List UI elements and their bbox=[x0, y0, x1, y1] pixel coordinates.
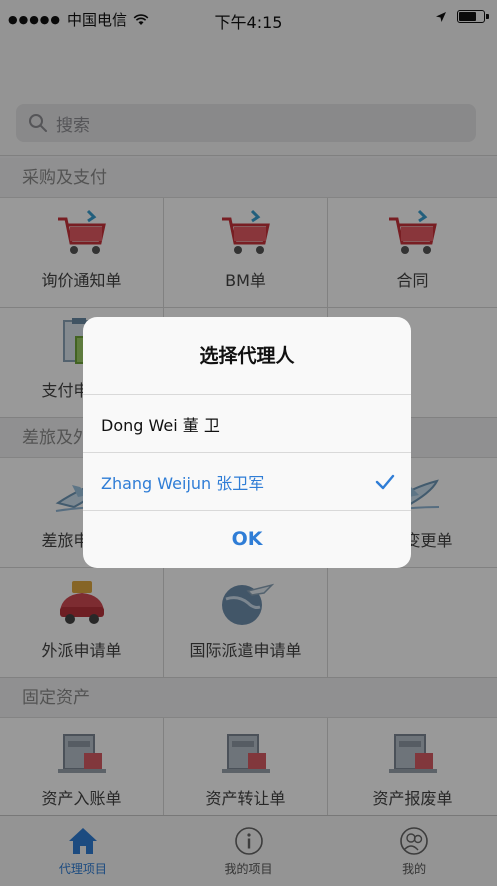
dialog-title: 选择代理人 bbox=[83, 317, 411, 395]
proxy-option-dong-wei[interactable]: Dong Wei 董 卫 bbox=[83, 395, 411, 453]
option-label: Zhang Weijun 张卫军 bbox=[101, 473, 265, 493]
proxy-option-zhang-weijun[interactable]: Zhang Weijun 张卫军 bbox=[83, 453, 411, 511]
option-label: Dong Wei 董 卫 bbox=[101, 415, 220, 435]
ok-button[interactable]: OK bbox=[83, 511, 411, 568]
select-proxy-dialog: 选择代理人 Dong Wei 董 卫 Zhang Weijun 张卫军 OK bbox=[83, 317, 411, 568]
checkmark-icon bbox=[375, 474, 395, 489]
